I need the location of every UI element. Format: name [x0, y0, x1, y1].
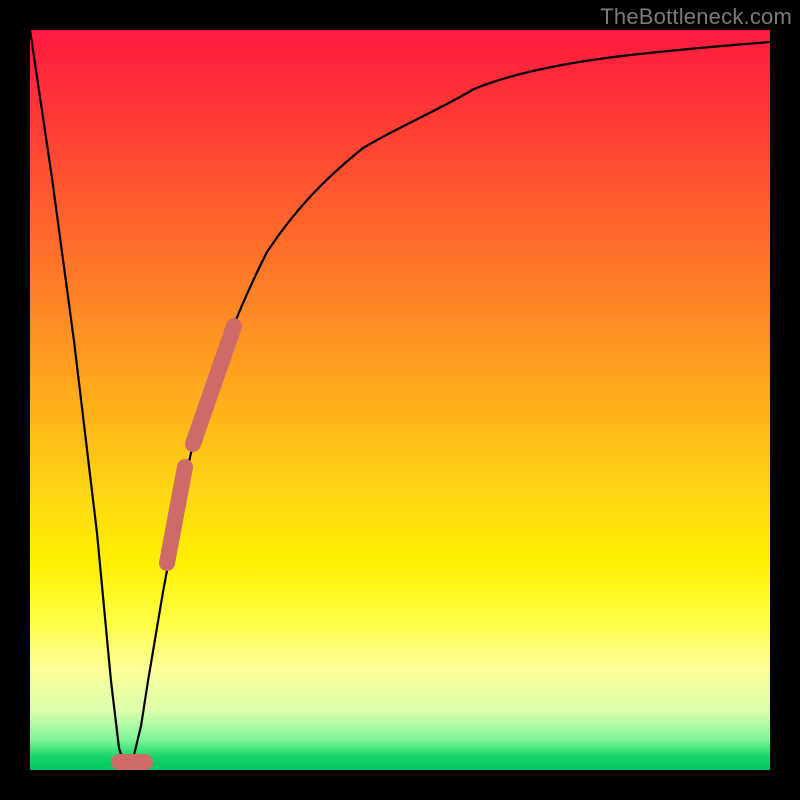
watermark-text: TheBottleneck.com	[600, 4, 792, 30]
chart-frame: TheBottleneck.com	[0, 0, 800, 800]
bottleneck-curve	[30, 30, 770, 770]
plot-area	[30, 30, 770, 770]
highlight-segment-upper	[193, 326, 234, 444]
highlight-segment-lower	[167, 467, 185, 563]
curve-svg	[30, 30, 770, 770]
